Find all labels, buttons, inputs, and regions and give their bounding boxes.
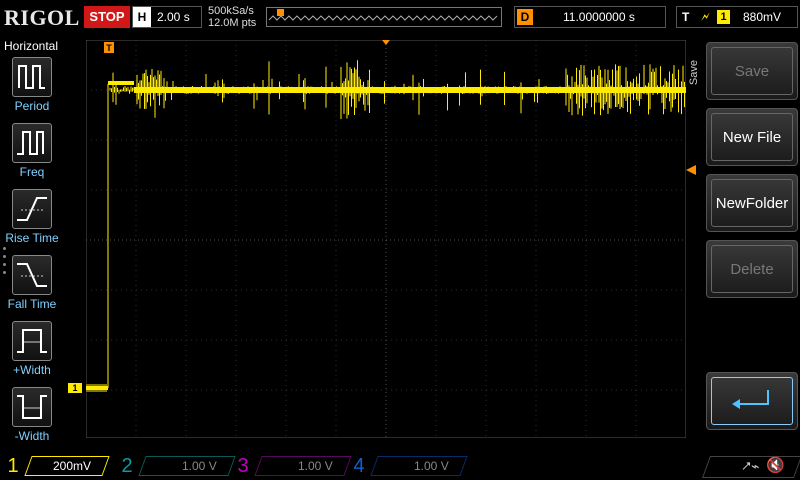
menu-title: Save [688,60,700,86]
measure-label: Freq [19,165,45,179]
measure-label: +Width [13,363,51,377]
sample-rate: 500kSa/s [208,5,254,17]
menu-title: Horizontal [3,39,59,53]
fall-time-icon [12,255,52,295]
measure-period[interactable]: Period [2,57,62,121]
acquisition-info: 500kSa/s 12.0M pts [208,5,256,29]
channel-bar: 1 200mV 2 1.00 V 3 1.00 V 4 1.00 V [0,453,800,480]
measure-negative-width[interactable]: -Width [2,387,62,451]
channel-scale: 1.00 V [138,456,236,476]
save-button[interactable]: Save [706,42,798,100]
memory-position-bar[interactable] [266,7,502,27]
new-folder-button[interactable]: NewFolder [706,174,798,232]
horizontal-measure-menu: Horizontal Period Freq Rise Time Fall Ti… [0,37,62,443]
trigger-position-marker[interactable]: T [104,42,114,53]
measure-label: Fall Time [7,297,57,311]
horizontal-label: H [133,7,151,27]
usb-icon: ⭧⌁ [742,458,760,474]
top-status-bar: RIGOL STOP H 2.00 s 500kSa/s 12.0M pts D… [0,0,800,36]
speaker-muted-icon[interactable]: 🔇 [766,456,785,474]
run-stop-status[interactable]: STOP [84,6,130,28]
channel-1-ground-marker[interactable]: 1 [68,383,82,393]
measure-label: Period [14,99,50,113]
channel-scale: 1.00 V [370,456,468,476]
trigger-source: 1 [717,10,730,24]
channel-number: 4 [353,455,365,477]
measure-rise-time[interactable]: Rise Time [2,189,62,253]
waveform-display[interactable]: T [86,40,686,438]
timebase-value: 2.00 s [157,10,190,24]
measure-freq[interactable]: Freq [2,123,62,187]
enter-icon [732,390,769,409]
channel-scale: 1.00 V [254,456,352,476]
delay-label: D [517,9,533,25]
channel-1-setting[interactable]: 1 200mV [4,453,114,480]
trigger-level: 880mV [743,10,782,24]
delete-button[interactable]: Delete [706,240,798,298]
channel-number: 2 [121,455,133,477]
save-menu: Save Save New File NewFolder Delete [688,40,800,440]
svg-text:T: T [106,43,112,53]
trigger-label: T [682,10,690,24]
channel-2-setting[interactable]: 2 1.00 V [118,453,236,480]
positive-width-icon [12,321,52,361]
measure-label: Rise Time [5,231,59,245]
delay-display[interactable]: D 11.0000000 s [514,6,666,28]
channel-number: 1 [7,455,19,477]
negative-width-icon [12,387,52,427]
measure-positive-width[interactable]: +Width [2,321,62,385]
horizontal-timebase[interactable]: H 2.00 s [132,6,202,28]
memory-depth: 12.0M pts [208,17,257,29]
measure-fall-time[interactable]: Fall Time [2,255,62,319]
brand-logo: RIGOL [4,5,80,30]
memory-waveform-overview [268,9,498,21]
memory-trigger-marker [277,9,284,16]
period-icon [12,57,52,97]
rising-edge-icon: 🗲 [701,9,710,24]
channel-3-setting[interactable]: 3 1.00 V [234,453,352,480]
channel-number: 3 [237,455,249,477]
new-file-button[interactable]: New File [706,108,798,166]
trigger-display[interactable]: T 🗲 1 880mV [676,6,798,28]
freq-icon [12,123,52,163]
channel-4-setting[interactable]: 4 1.00 V [350,453,468,480]
channel-scale: 200mV [24,456,110,476]
measure-label: -Width [14,429,50,443]
delay-value: 11.0000000 s [563,10,635,24]
enter-button[interactable] [706,372,798,430]
rise-time-icon [12,189,52,229]
